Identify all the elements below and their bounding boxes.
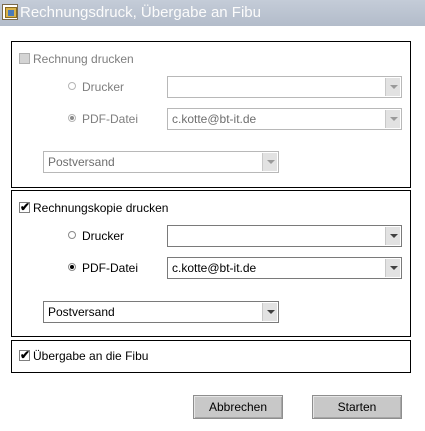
invoice-printer-select[interactable] xyxy=(167,76,402,98)
chevron-down-icon xyxy=(385,110,400,128)
fibu-transfer-label: Übergabe an die Fibu xyxy=(33,349,149,363)
invoice-pdf-radio[interactable] xyxy=(68,114,76,122)
copy-pdf-radio[interactable] xyxy=(68,263,76,271)
checkmark-icon: ✔ xyxy=(20,200,31,214)
copy-printer-select[interactable] xyxy=(167,225,402,247)
copy-pdf-value: c.kotte@bt-it.de xyxy=(172,261,257,275)
invoice-pdf-value: c.kotte@bt-it.de xyxy=(172,112,257,126)
copy-printer-label: Drucker xyxy=(82,229,125,243)
cancel-button[interactable]: Abbrechen xyxy=(193,395,283,419)
chevron-down-icon xyxy=(262,153,277,171)
chevron-down-icon xyxy=(385,259,400,277)
copy-pdf-label: PDF-Datei xyxy=(82,261,139,275)
invoice-print-section: Rechnung drucken Drucker PDF-Datei c.kot… xyxy=(11,41,411,188)
invoice-pdf-label: PDF-Datei xyxy=(82,112,139,126)
invoice-shipping-value: Postversand xyxy=(48,155,115,169)
invoice-shipping-select[interactable]: Postversand xyxy=(43,151,279,173)
invoice-printer-radio[interactable] xyxy=(68,82,76,90)
title-bar: Rechnungsdruck, Übergabe an Fibu xyxy=(0,0,425,26)
invoice-print-checkbox[interactable] xyxy=(19,53,30,64)
invoice-copy-checkbox[interactable]: ✔ xyxy=(19,200,31,214)
window-title: Rechnungsdruck, Übergabe an Fibu xyxy=(20,4,261,21)
fibu-transfer-checkbox[interactable]: ✔ xyxy=(19,348,31,362)
checkmark-icon: ✔ xyxy=(20,348,31,362)
copy-printer-radio[interactable] xyxy=(68,231,76,239)
start-button[interactable]: Starten xyxy=(312,395,402,419)
copy-shipping-value: Postversand xyxy=(48,305,115,319)
invoice-copy-label: Rechnungskopie drucken xyxy=(33,201,169,215)
invoice-printer-label: Drucker xyxy=(82,80,125,94)
invoice-copy-section: ✔ Rechnungskopie drucken Drucker PDF-Dat… xyxy=(11,190,411,337)
copy-pdf-select[interactable]: c.kotte@bt-it.de xyxy=(167,257,402,279)
chevron-down-icon xyxy=(385,227,400,245)
app-icon xyxy=(2,4,18,20)
copy-shipping-select[interactable]: Postversand xyxy=(43,301,279,323)
invoice-pdf-select[interactable]: c.kotte@bt-it.de xyxy=(167,108,402,130)
chevron-down-icon xyxy=(385,78,400,96)
fibu-transfer-section: ✔ Übergabe an die Fibu xyxy=(11,340,411,373)
chevron-down-icon xyxy=(262,303,277,321)
invoice-print-label: Rechnung drucken xyxy=(33,52,134,66)
